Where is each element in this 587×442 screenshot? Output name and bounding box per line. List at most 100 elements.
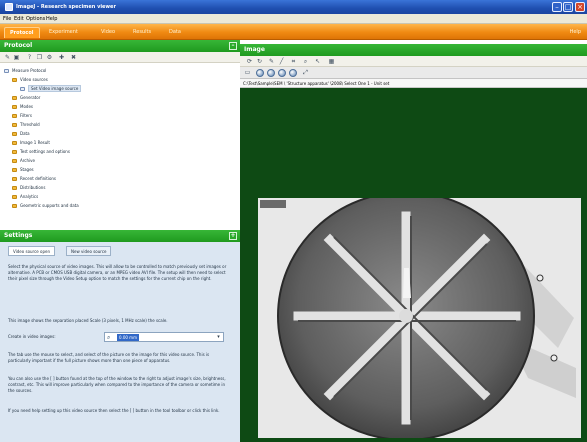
help-link[interactable]: Help — [570, 29, 581, 35]
tree-item[interactable]: Generator — [12, 94, 40, 102]
image-path: C:\Test\Sample\SEM \ 'Structure apparatu… — [240, 79, 587, 88]
tree-item-label: Modes — [20, 104, 33, 109]
expand-icon[interactable]: ⤢ — [302, 69, 309, 76]
new-icon[interactable]: ✎ — [4, 54, 11, 61]
copy-icon[interactable]: ❐ — [36, 54, 43, 61]
crop-icon[interactable]: ⌗ — [290, 58, 297, 65]
tree-item[interactable]: Image 1 Result — [12, 139, 50, 147]
tree-item-label: Measure Protocol — [12, 68, 47, 73]
menu-help[interactable]: Help — [46, 16, 57, 22]
delete-icon[interactable]: ✖ — [70, 54, 77, 61]
tab-video-source-open[interactable]: Video source open — [8, 246, 56, 256]
tree-item-label: Analytics — [20, 194, 39, 199]
line-icon[interactable]: ╱ — [278, 58, 285, 65]
folder-icon — [12, 168, 17, 172]
tree-item[interactable]: Analytics — [12, 193, 38, 201]
help-icon[interactable]: ? — [26, 54, 33, 61]
app-icon — [5, 3, 13, 11]
specimen-image — [258, 198, 581, 438]
tree-item-label: Video sources — [20, 77, 48, 82]
folder-icon — [12, 78, 17, 82]
stop-button[interactable] — [278, 69, 286, 77]
menu-options[interactable]: Options — [26, 16, 45, 22]
document-icon — [4, 69, 9, 73]
scale-row: Create in video images: ⌕ 0.00 mm ▾ — [8, 332, 230, 343]
tree-item-label: Recent definitions — [20, 176, 57, 181]
tree-item[interactable]: Geometric supports and data — [12, 202, 79, 210]
play-button[interactable] — [256, 69, 264, 77]
scale-value: 0.00 mm — [117, 334, 139, 341]
tab-new-video-source[interactable]: New video source — [66, 246, 112, 256]
cursor-icon[interactable]: ↖ — [314, 58, 321, 65]
tree-item[interactable]: Test settings and options — [12, 148, 70, 156]
image-toolbar: ⟳ ↻ ✎ ╱ ⌗ ⌕ ↖ ▦ — [240, 56, 587, 67]
menu-file[interactable]: File — [3, 16, 11, 22]
chevron-down-icon[interactable]: ▾ — [215, 334, 222, 341]
folder-icon — [12, 132, 17, 136]
pencil-icon[interactable]: ✎ — [268, 58, 275, 65]
scale-input[interactable]: ⌕ 0.00 mm ▾ — [104, 332, 224, 342]
tree-item-label: Distributions — [20, 185, 46, 190]
close-button[interactable]: × — [575, 2, 585, 12]
camera-icon[interactable]: ▭ — [244, 69, 251, 76]
main-tab-strip: Protocol Experiment Video Results Data H… — [0, 24, 587, 40]
folder-icon — [12, 177, 17, 181]
record-button[interactable] — [289, 69, 297, 77]
menu-bar: File Edit Options Help — [0, 14, 587, 24]
scale-label: Create in video images: — [8, 334, 56, 339]
tab-video[interactable]: Video — [96, 27, 120, 38]
tree-item[interactable]: Threshold — [12, 121, 40, 129]
pause-button[interactable] — [267, 69, 275, 77]
tree-item-label: Threshold — [20, 122, 40, 127]
tree-item[interactable]: Stages — [12, 166, 34, 174]
folder-icon — [12, 186, 17, 190]
tree-item[interactable]: Recent definitions — [12, 175, 56, 183]
maximize-button[interactable]: □ — [563, 2, 573, 12]
folder-icon — [12, 195, 17, 199]
tree-item[interactable]: Filters — [12, 112, 32, 120]
settings-adjust-note: You can also use the [ ] button found at… — [8, 376, 226, 393]
tree-item-label: Geometric supports and data — [20, 203, 79, 208]
minimize-button[interactable]: – — [552, 2, 562, 12]
tree-item-label: Filters — [20, 113, 32, 118]
collapse-icon[interactable]: – — [229, 42, 237, 50]
rotate-icon[interactable]: ↻ — [256, 58, 263, 65]
tree-item[interactable]: Distributions — [12, 184, 45, 192]
tree-item[interactable]: Archive — [12, 157, 35, 165]
settings-scale-note: This image shows the separation placed S… — [8, 318, 168, 323]
tab-experiment[interactable]: Experiment — [44, 27, 83, 38]
document-icon — [20, 87, 25, 91]
tree-item[interactable]: Modes — [12, 103, 33, 111]
tree-item-label: Generator — [20, 95, 41, 100]
menu-edit[interactable]: Edit — [14, 16, 24, 22]
tree-item[interactable]: Set Video image source — [20, 85, 82, 93]
collapse-icon[interactable]: + — [229, 232, 237, 240]
tab-data[interactable]: Data — [164, 27, 186, 38]
protocol-panel-title: Protocol — [4, 42, 33, 49]
tree-item[interactable]: Data — [12, 130, 30, 138]
window-title-bar: ImageJ - Research specimen viewer – □ × — [0, 0, 587, 14]
settings-help-note: If you need help setting up this video s… — [8, 408, 220, 413]
zoom-icon[interactable]: ⌕ — [302, 58, 309, 65]
grid-icon[interactable]: ▦ — [328, 58, 335, 65]
tab-protocol[interactable]: Protocol — [4, 27, 40, 38]
tree-item-label: Test settings and options — [20, 149, 70, 154]
settings-icon[interactable]: ⚙ — [46, 54, 53, 61]
folder-icon — [12, 114, 17, 118]
tree-item[interactable]: Video sources — [12, 76, 48, 84]
folder-icon — [12, 204, 17, 208]
tree-item-label: Data — [20, 131, 30, 136]
magnifier-icon[interactable]: ⌕ — [107, 333, 110, 342]
protocol-panel-header: Protocol – — [0, 40, 240, 52]
settings-select-note: The tab use the mouse to select, and sel… — [8, 352, 210, 363]
folder-icon — [12, 123, 17, 127]
folder-icon — [12, 150, 17, 154]
left-column: Protocol – ✎ ▣ ? ❐ ⚙ ✚ ✖ Measure Protoco… — [0, 40, 240, 442]
tree-item-label: Image 1 Result — [20, 140, 50, 145]
save-icon[interactable]: ▣ — [13, 54, 20, 61]
refresh-icon[interactable]: ⟳ — [246, 58, 253, 65]
tab-results[interactable]: Results — [128, 27, 156, 38]
tree-item[interactable]: Measure Protocol — [4, 67, 46, 75]
image-canvas[interactable] — [240, 88, 587, 442]
add-icon[interactable]: ✚ — [58, 54, 65, 61]
